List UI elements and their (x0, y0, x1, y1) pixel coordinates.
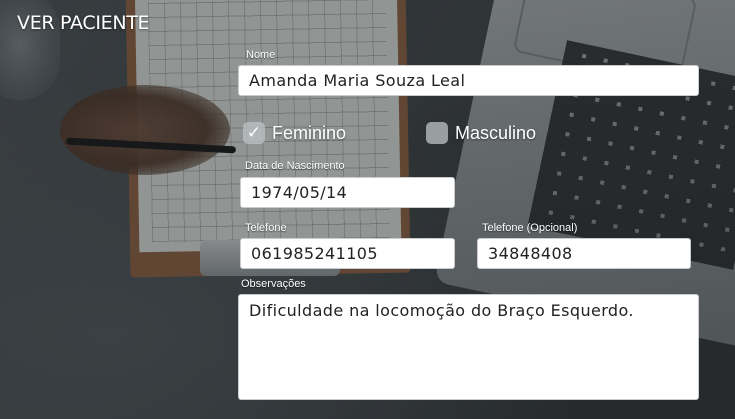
sex-option-masculino[interactable]: Masculino (426, 122, 536, 144)
name-label: Nome (246, 49, 276, 61)
sex-option-feminino[interactable]: ✓ Feminino (243, 122, 346, 144)
birth-date-label: Data de Nascimento (245, 160, 345, 172)
phone-optional-field[interactable]: 34848408 (477, 238, 691, 269)
phone-field[interactable]: 061985241105 (240, 238, 455, 269)
phone-optional-label: Telefone (Opcional) (482, 222, 578, 234)
notes-label: Observações (241, 278, 306, 290)
notes-field[interactable]: Dificuldade na locomoção do Braço Esquer… (238, 294, 699, 400)
checkbox-empty[interactable] (426, 122, 448, 144)
sex-label: Sexo (246, 106, 276, 121)
page-title: VER PACIENTE (17, 12, 150, 34)
sex-option-label: Masculino (455, 122, 537, 143)
sex-option-label: Feminino (272, 122, 347, 143)
name-field[interactable]: Amanda Maria Souza Leal (238, 65, 699, 96)
birth-date-field[interactable]: 1974/05/14 (240, 177, 455, 208)
phone-label: Telefone (245, 222, 287, 234)
check-icon[interactable]: ✓ (243, 122, 265, 144)
